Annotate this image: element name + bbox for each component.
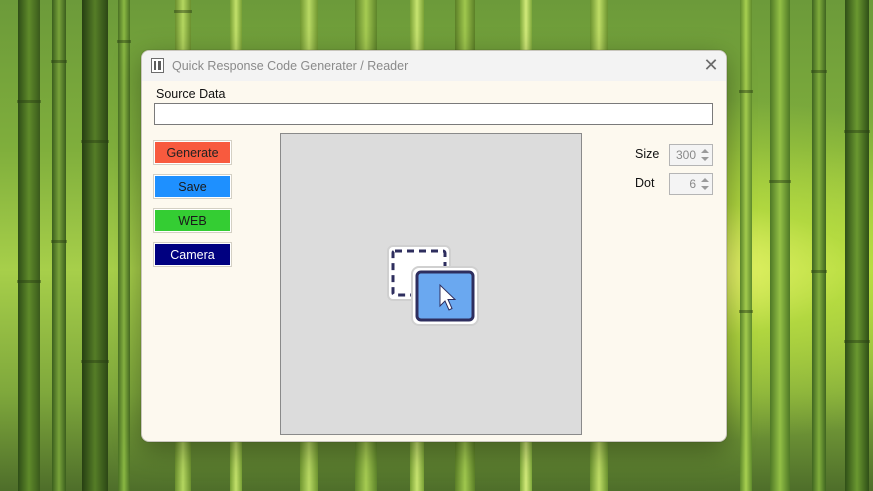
dot-spinner-arrows[interactable] [699,175,711,193]
close-icon: ✕ [703,55,719,75]
close-button[interactable]: ✕ [696,51,726,81]
dot-spinner[interactable]: 6 [669,173,713,195]
camera-button[interactable]: Camera [154,243,231,266]
bamboo-stalk [739,0,753,491]
chevron-down-icon[interactable] [701,186,709,190]
bamboo-stalk [17,0,41,491]
dot-value: 6 [689,177,696,191]
bamboo-stalk [811,0,827,491]
bamboo-stalk [769,0,791,491]
drag-and-drop-cursor-icon [387,245,479,326]
window-title: Quick Response Code Generater / Reader [172,59,409,73]
chevron-up-icon[interactable] [701,149,709,153]
qr-code-icon [151,58,164,73]
web-button[interactable]: WEB [154,209,231,232]
title-bar[interactable]: Quick Response Code Generater / Reader ✕ [142,51,726,81]
chevron-up-icon[interactable] [701,178,709,182]
dot-label: Dot [635,176,655,190]
bamboo-stalk [81,0,109,491]
size-spinner[interactable]: 300 [669,144,713,166]
size-label: Size [635,147,660,161]
qr-code-display-area[interactable] [280,133,582,435]
source-data-label: Source Data [156,87,226,101]
bamboo-stalk [844,0,870,491]
generate-button[interactable]: Generate [154,141,231,164]
size-value: 300 [675,148,696,162]
bamboo-stalk [51,0,67,491]
save-button[interactable]: Save [154,175,231,198]
bamboo-stalk [117,0,131,491]
app-window: Quick Response Code Generater / Reader ✕… [141,50,727,442]
desktop-wallpaper: Quick Response Code Generater / Reader ✕… [0,0,873,491]
size-spinner-arrows[interactable] [699,146,711,164]
chevron-down-icon[interactable] [701,157,709,161]
source-data-input[interactable] [154,103,713,125]
